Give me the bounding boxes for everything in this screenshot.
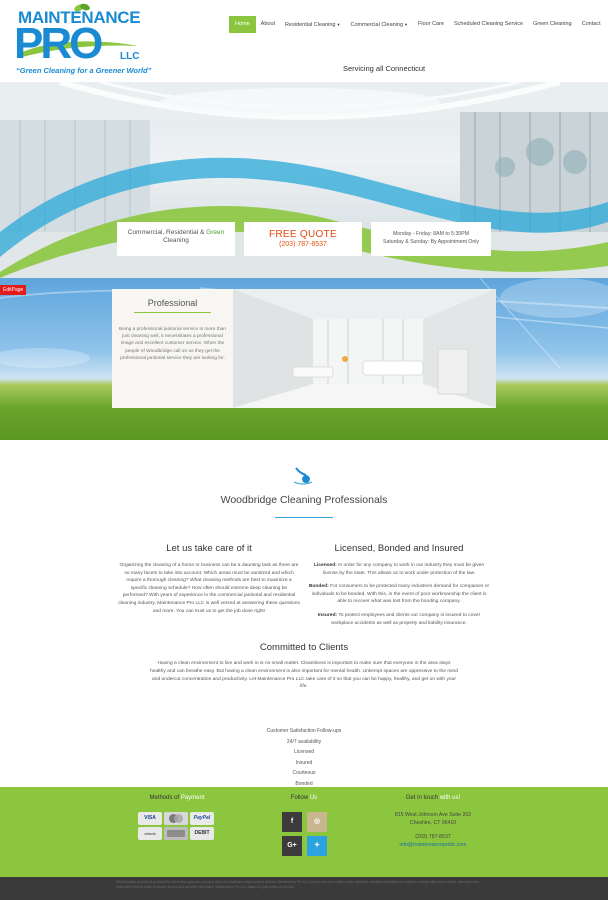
- site-header: MAINTENANCE PRO LLC “Green Cleaning for …: [0, 0, 608, 82]
- nav-about[interactable]: About: [256, 16, 280, 33]
- nav-home[interactable]: Home: [229, 16, 256, 33]
- main-nav: Home About Residential Cleaning▼ Commerc…: [229, 16, 606, 33]
- nav-green-cleaning[interactable]: Green Cleaning: [528, 16, 577, 33]
- licensed-bonded-insured-text: Licensed: In order for any company to wo…: [308, 562, 490, 633]
- payment-heading: Methods of Payment: [149, 795, 205, 801]
- professional-panel: Professional Being a professional janito…: [112, 289, 233, 408]
- free-quote-box[interactable]: FREE QUOTE (203) 787-8537: [244, 222, 362, 256]
- footer-email[interactable]: info@maintenanceprollc.com: [366, 841, 500, 849]
- list-item: Courteous: [292, 770, 316, 777]
- insured-paragraph: Insured: To protect employees and client…: [317, 612, 481, 626]
- professional-text: Being a professional janitorial service …: [119, 327, 226, 361]
- contact-heading: Get in touch with us!: [405, 795, 461, 801]
- committed-text: Having a clean environment to live and w…: [150, 661, 458, 690]
- professional-title: Professional: [147, 298, 198, 308]
- visa-card-icon: VISA: [138, 812, 162, 825]
- facebook-icon[interactable]: f: [282, 812, 302, 832]
- paypal-card-icon: PayPal: [190, 812, 214, 825]
- nav-scheduled-cleaning[interactable]: Scheduled Cleaning Service: [449, 16, 528, 33]
- edit-page-button[interactable]: EditPage: [0, 285, 27, 295]
- amex-card-icon: [164, 827, 188, 840]
- list-item: Insured: [295, 759, 313, 766]
- disclaimer-text: All information provided is provided for…: [116, 880, 480, 889]
- bonded-paragraph: Bonded: For consumers to be protected ma…: [308, 584, 490, 605]
- take-care-text: Organizing the cleaning of a home or bus…: [118, 563, 300, 614]
- committed-title: Committed to Clients: [259, 642, 349, 653]
- services-green-text: Green: [206, 229, 225, 236]
- licensed-paragraph: Licensed: In order for any company to wo…: [313, 563, 485, 576]
- benefits-list: Customer Satisfaction Follow-ups 24/7 av…: [204, 726, 404, 790]
- list-item: Customer Satisfaction Follow-ups: [266, 728, 342, 734]
- professional-section: EditPage Professional Being a profession…: [0, 278, 608, 440]
- nav-commercial-cleaning[interactable]: Commercial Cleaning▼: [345, 16, 413, 33]
- instagram-icon[interactable]: ◎: [307, 812, 327, 832]
- contact-info: 815 West Johnson Ave Suite 202 Cheshire,…: [366, 811, 500, 849]
- nav-contact[interactable]: Contact: [577, 16, 606, 33]
- debit-card-icon: DEBIT: [190, 827, 214, 840]
- caret-down-icon: ▼: [404, 22, 409, 27]
- serving-area-text: Servicing all Connecticut: [343, 64, 426, 73]
- services-suffix-text: Cleaning: [163, 237, 189, 244]
- logo-llc-word: LLC: [120, 51, 140, 62]
- water-drop-icon: [293, 467, 313, 485]
- list-item: Licensed: [293, 749, 314, 756]
- clean-room-image: [233, 289, 496, 408]
- check-card-icon: check: [138, 827, 162, 840]
- services-box: Commercial, Residential & Green Cleaning: [117, 222, 235, 256]
- site-footer: Methods of Payment Follow Us Get in touc…: [0, 787, 608, 877]
- nav-floor-care[interactable]: Floor Care: [413, 16, 449, 33]
- free-quote-title: FREE QUOTE: [268, 229, 337, 240]
- services-text: Commercial, Residential &: [127, 229, 205, 236]
- list-item: 24/7 availability: [286, 738, 322, 745]
- google-plus-icon[interactable]: G+: [282, 836, 302, 856]
- nav-residential-cleaning[interactable]: Residential Cleaning▼: [280, 16, 345, 33]
- licensed-title: Licensed, Bonded and Insured: [334, 543, 464, 554]
- take-care-title: Let us take care of it: [166, 543, 252, 554]
- hours-weekday: Monday - Friday: 8AM to 5:30PM: [392, 231, 470, 237]
- twitter-icon[interactable]: ✦: [307, 836, 327, 856]
- logo-tagline: “Green Cleaning for a Greener World”: [16, 66, 152, 75]
- hours-weekend: Saturday & Sunday: By Appointment Only: [382, 239, 480, 245]
- hero-banner: Commercial, Residential & Green Cleaning…: [0, 82, 608, 278]
- main-title: Woodbridge Cleaning Professionals: [220, 494, 388, 506]
- follow-heading: Follow Us: [290, 795, 318, 801]
- main-title-divider: [275, 517, 333, 518]
- hours-box: Monday - Friday: 8AM to 5:30PM Saturday …: [371, 222, 491, 256]
- logo-pro-word: PRO: [14, 19, 103, 68]
- address-line-2: Cheshire, CT 06410: [409, 820, 457, 826]
- bottom-disclaimer-bar: All information provided is provided for…: [0, 877, 608, 900]
- mastercard-icon: [164, 812, 188, 825]
- company-logo[interactable]: MAINTENANCE PRO LLC “Green Cleaning for …: [14, 2, 154, 80]
- footer-phone[interactable]: (203) 787-8537: [366, 833, 500, 841]
- professional-divider: [134, 312, 211, 313]
- free-quote-phone[interactable]: (203) 787-8537: [244, 241, 362, 248]
- caret-down-icon: ▼: [336, 22, 341, 27]
- address-line-1: 815 West Johnson Ave Suite 202: [394, 812, 472, 818]
